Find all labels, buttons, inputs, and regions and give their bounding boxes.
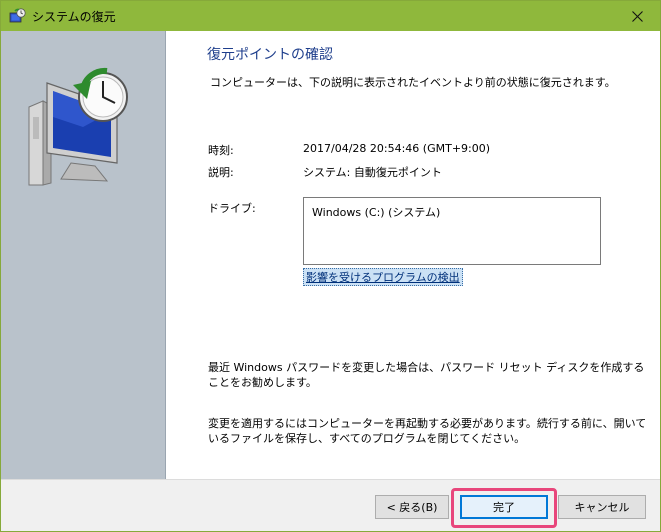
cancel-button[interactable]: キャンセル — [558, 495, 646, 519]
drive-list[interactable]: Windows (C:) (システム) — [303, 197, 601, 265]
drive-label: ドライブ: — [208, 202, 256, 215]
restore-computer-icon — [28, 67, 128, 186]
page-title: 復元ポイントの確認 — [207, 47, 333, 63]
page-description: コンピューターは、下の説明に表示されたイベントより前の状態に復元されます。 — [210, 76, 616, 89]
time-label: 時刻: — [208, 144, 234, 157]
back-button[interactable]: < 戻る(B) — [375, 495, 449, 519]
scan-affected-programs-link[interactable]: 影響を受けるプログラムの検出 — [303, 268, 463, 286]
main-content: 復元ポイントの確認 コンピューターは、下の説明に表示されたイベントより前の状態に… — [166, 31, 660, 479]
restart-note: 変更を適用するにはコンピューターを再起動する必要があります。続行する前に、開いて… — [208, 417, 647, 445]
left-panel — [1, 31, 166, 479]
drive-item[interactable]: Windows (C:) (システム) — [312, 204, 440, 220]
button-bar: < 戻る(B) 完了 キャンセル — [1, 479, 660, 531]
title-bar[interactable]: システムの復元 — [1, 1, 660, 31]
password-note: 最近 Windows パスワードを変更した場合は、パスワード リセット ディスク… — [208, 361, 645, 389]
close-icon — [631, 10, 643, 22]
description-value: システム: 自動復元ポイント — [303, 166, 442, 179]
close-button[interactable] — [614, 1, 660, 31]
finish-button[interactable]: 完了 — [460, 495, 548, 519]
time-value: 2017/04/28 20:54:46 (GMT+9:00) — [303, 142, 491, 155]
system-restore-window: システムの復元 復元ポイントの確認 コンピューターは、下の説明に表示されたイベン… — [0, 0, 661, 532]
system-restore-icon — [9, 8, 26, 23]
description-label: 説明: — [208, 166, 234, 179]
window-title: システムの復元 — [32, 10, 116, 24]
